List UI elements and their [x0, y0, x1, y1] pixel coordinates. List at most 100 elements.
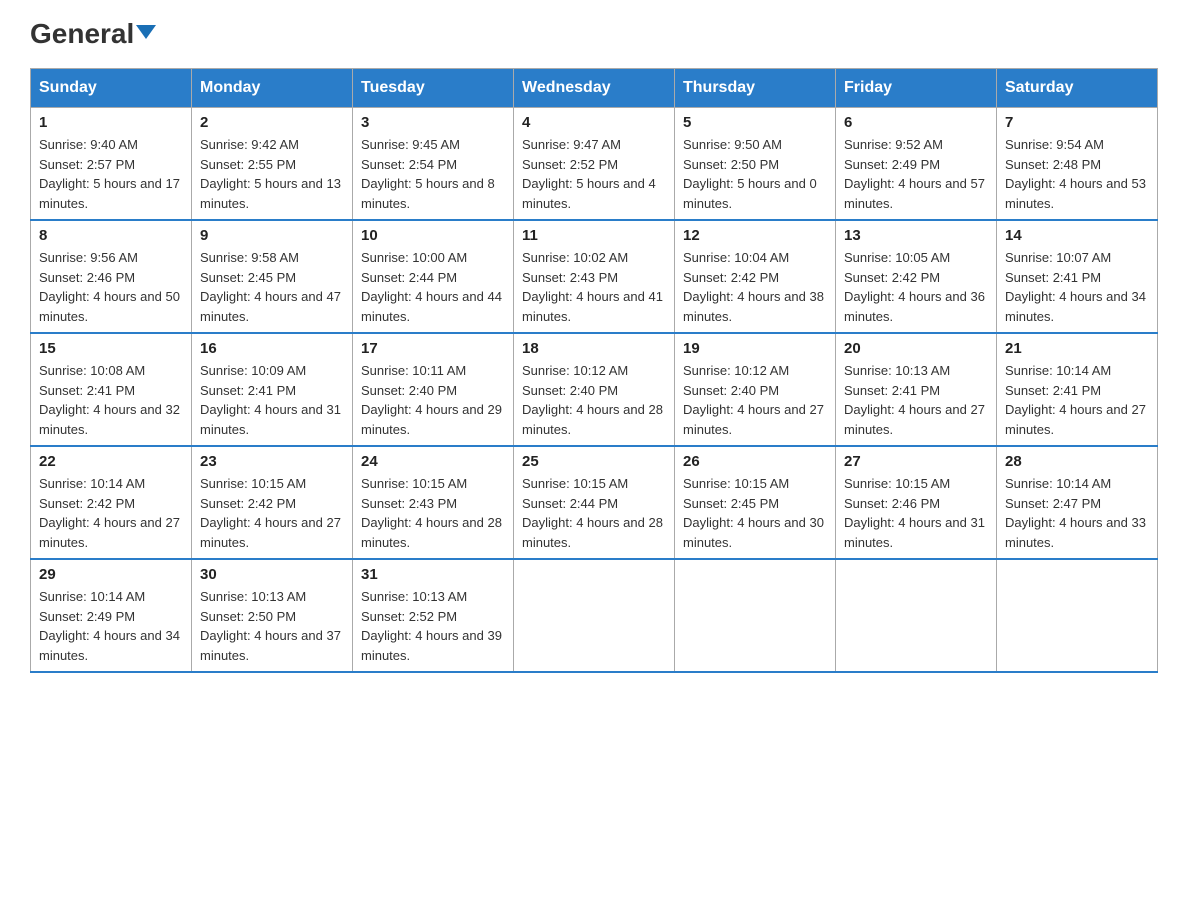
day-info: Sunrise: 10:08 AMSunset: 2:41 PMDaylight… — [39, 361, 183, 439]
day-info: Sunrise: 10:14 AMSunset: 2:41 PMDaylight… — [1005, 361, 1149, 439]
header: General — [30, 20, 1158, 48]
day-info: Sunrise: 9:42 AMSunset: 2:55 PMDaylight:… — [200, 135, 344, 213]
calendar-cell: 3 Sunrise: 9:45 AMSunset: 2:54 PMDayligh… — [353, 108, 514, 221]
day-number: 19 — [683, 340, 827, 357]
calendar-cell: 15 Sunrise: 10:08 AMSunset: 2:41 PMDayli… — [31, 333, 192, 446]
day-number: 12 — [683, 227, 827, 244]
day-info: Sunrise: 10:12 AMSunset: 2:40 PMDaylight… — [683, 361, 827, 439]
calendar-week-row: 8 Sunrise: 9:56 AMSunset: 2:46 PMDayligh… — [31, 220, 1158, 333]
day-number: 3 — [361, 114, 505, 131]
day-number: 6 — [844, 114, 988, 131]
calendar-cell: 25 Sunrise: 10:15 AMSunset: 2:44 PMDayli… — [514, 446, 675, 559]
calendar-cell: 28 Sunrise: 10:14 AMSunset: 2:47 PMDayli… — [997, 446, 1158, 559]
weekday-header-tuesday: Tuesday — [353, 69, 514, 108]
day-number: 9 — [200, 227, 344, 244]
calendar-week-row: 15 Sunrise: 10:08 AMSunset: 2:41 PMDayli… — [31, 333, 1158, 446]
day-info: Sunrise: 9:47 AMSunset: 2:52 PMDaylight:… — [522, 135, 666, 213]
calendar-cell: 10 Sunrise: 10:00 AMSunset: 2:44 PMDayli… — [353, 220, 514, 333]
calendar-cell: 18 Sunrise: 10:12 AMSunset: 2:40 PMDayli… — [514, 333, 675, 446]
day-number: 28 — [1005, 453, 1149, 470]
day-info: Sunrise: 10:02 AMSunset: 2:43 PMDaylight… — [522, 248, 666, 326]
calendar-cell: 29 Sunrise: 10:14 AMSunset: 2:49 PMDayli… — [31, 559, 192, 672]
day-info: Sunrise: 10:14 AMSunset: 2:42 PMDaylight… — [39, 474, 183, 552]
calendar-week-row: 22 Sunrise: 10:14 AMSunset: 2:42 PMDayli… — [31, 446, 1158, 559]
calendar-cell: 24 Sunrise: 10:15 AMSunset: 2:43 PMDayli… — [353, 446, 514, 559]
day-info: Sunrise: 10:07 AMSunset: 2:41 PMDaylight… — [1005, 248, 1149, 326]
calendar-cell: 11 Sunrise: 10:02 AMSunset: 2:43 PMDayli… — [514, 220, 675, 333]
weekday-header-friday: Friday — [836, 69, 997, 108]
weekday-header-saturday: Saturday — [997, 69, 1158, 108]
day-number: 16 — [200, 340, 344, 357]
day-info: Sunrise: 9:40 AMSunset: 2:57 PMDaylight:… — [39, 135, 183, 213]
day-info: Sunrise: 10:15 AMSunset: 2:43 PMDaylight… — [361, 474, 505, 552]
calendar-cell: 5 Sunrise: 9:50 AMSunset: 2:50 PMDayligh… — [675, 108, 836, 221]
calendar-cell: 20 Sunrise: 10:13 AMSunset: 2:41 PMDayli… — [836, 333, 997, 446]
day-info: Sunrise: 10:05 AMSunset: 2:42 PMDaylight… — [844, 248, 988, 326]
calendar-cell: 23 Sunrise: 10:15 AMSunset: 2:42 PMDayli… — [192, 446, 353, 559]
day-info: Sunrise: 10:09 AMSunset: 2:41 PMDaylight… — [200, 361, 344, 439]
day-info: Sunrise: 10:15 AMSunset: 2:42 PMDaylight… — [200, 474, 344, 552]
day-number: 31 — [361, 566, 505, 583]
day-number: 22 — [39, 453, 183, 470]
calendar-cell: 30 Sunrise: 10:13 AMSunset: 2:50 PMDayli… — [192, 559, 353, 672]
calendar-cell: 8 Sunrise: 9:56 AMSunset: 2:46 PMDayligh… — [31, 220, 192, 333]
day-info: Sunrise: 10:11 AMSunset: 2:40 PMDaylight… — [361, 361, 505, 439]
day-info: Sunrise: 10:00 AMSunset: 2:44 PMDaylight… — [361, 248, 505, 326]
day-info: Sunrise: 9:56 AMSunset: 2:46 PMDaylight:… — [39, 248, 183, 326]
calendar-week-row: 1 Sunrise: 9:40 AMSunset: 2:57 PMDayligh… — [31, 108, 1158, 221]
day-info: Sunrise: 10:13 AMSunset: 2:41 PMDaylight… — [844, 361, 988, 439]
day-info: Sunrise: 10:04 AMSunset: 2:42 PMDaylight… — [683, 248, 827, 326]
calendar-cell: 6 Sunrise: 9:52 AMSunset: 2:49 PMDayligh… — [836, 108, 997, 221]
calendar-cell: 1 Sunrise: 9:40 AMSunset: 2:57 PMDayligh… — [31, 108, 192, 221]
day-number: 4 — [522, 114, 666, 131]
day-number: 7 — [1005, 114, 1149, 131]
day-info: Sunrise: 9:50 AMSunset: 2:50 PMDaylight:… — [683, 135, 827, 213]
calendar-cell: 19 Sunrise: 10:12 AMSunset: 2:40 PMDayli… — [675, 333, 836, 446]
day-number: 10 — [361, 227, 505, 244]
day-number: 2 — [200, 114, 344, 131]
day-number: 26 — [683, 453, 827, 470]
day-number: 20 — [844, 340, 988, 357]
day-info: Sunrise: 10:15 AMSunset: 2:46 PMDaylight… — [844, 474, 988, 552]
day-info: Sunrise: 10:12 AMSunset: 2:40 PMDaylight… — [522, 361, 666, 439]
calendar-cell: 22 Sunrise: 10:14 AMSunset: 2:42 PMDayli… — [31, 446, 192, 559]
calendar-cell — [675, 559, 836, 672]
day-info: Sunrise: 9:52 AMSunset: 2:49 PMDaylight:… — [844, 135, 988, 213]
day-number: 15 — [39, 340, 183, 357]
calendar-cell: 7 Sunrise: 9:54 AMSunset: 2:48 PMDayligh… — [997, 108, 1158, 221]
logo: General — [30, 20, 156, 48]
calendar-cell: 21 Sunrise: 10:14 AMSunset: 2:41 PMDayli… — [997, 333, 1158, 446]
calendar-cell: 17 Sunrise: 10:11 AMSunset: 2:40 PMDayli… — [353, 333, 514, 446]
calendar-table: SundayMondayTuesdayWednesdayThursdayFrid… — [30, 68, 1158, 673]
calendar-cell: 12 Sunrise: 10:04 AMSunset: 2:42 PMDayli… — [675, 220, 836, 333]
day-number: 24 — [361, 453, 505, 470]
day-number: 25 — [522, 453, 666, 470]
calendar-cell: 26 Sunrise: 10:15 AMSunset: 2:45 PMDayli… — [675, 446, 836, 559]
day-number: 13 — [844, 227, 988, 244]
day-number: 18 — [522, 340, 666, 357]
logo-part1: General — [30, 20, 134, 48]
day-number: 14 — [1005, 227, 1149, 244]
day-info: Sunrise: 10:15 AMSunset: 2:45 PMDaylight… — [683, 474, 827, 552]
calendar-cell — [514, 559, 675, 672]
day-number: 11 — [522, 227, 666, 244]
day-number: 5 — [683, 114, 827, 131]
logo-triangle-icon — [136, 25, 156, 39]
calendar-cell: 13 Sunrise: 10:05 AMSunset: 2:42 PMDayli… — [836, 220, 997, 333]
day-info: Sunrise: 10:14 AMSunset: 2:47 PMDaylight… — [1005, 474, 1149, 552]
day-number: 8 — [39, 227, 183, 244]
day-number: 29 — [39, 566, 183, 583]
day-info: Sunrise: 10:13 AMSunset: 2:50 PMDaylight… — [200, 587, 344, 665]
day-number: 23 — [200, 453, 344, 470]
day-info: Sunrise: 9:45 AMSunset: 2:54 PMDaylight:… — [361, 135, 505, 213]
calendar-cell: 2 Sunrise: 9:42 AMSunset: 2:55 PMDayligh… — [192, 108, 353, 221]
weekday-header-row: SundayMondayTuesdayWednesdayThursdayFrid… — [31, 69, 1158, 108]
day-number: 27 — [844, 453, 988, 470]
day-number: 30 — [200, 566, 344, 583]
calendar-cell: 31 Sunrise: 10:13 AMSunset: 2:52 PMDayli… — [353, 559, 514, 672]
day-info: Sunrise: 10:15 AMSunset: 2:44 PMDaylight… — [522, 474, 666, 552]
day-info: Sunrise: 10:14 AMSunset: 2:49 PMDaylight… — [39, 587, 183, 665]
day-info: Sunrise: 9:58 AMSunset: 2:45 PMDaylight:… — [200, 248, 344, 326]
calendar-cell: 16 Sunrise: 10:09 AMSunset: 2:41 PMDayli… — [192, 333, 353, 446]
calendar-cell: 14 Sunrise: 10:07 AMSunset: 2:41 PMDayli… — [997, 220, 1158, 333]
